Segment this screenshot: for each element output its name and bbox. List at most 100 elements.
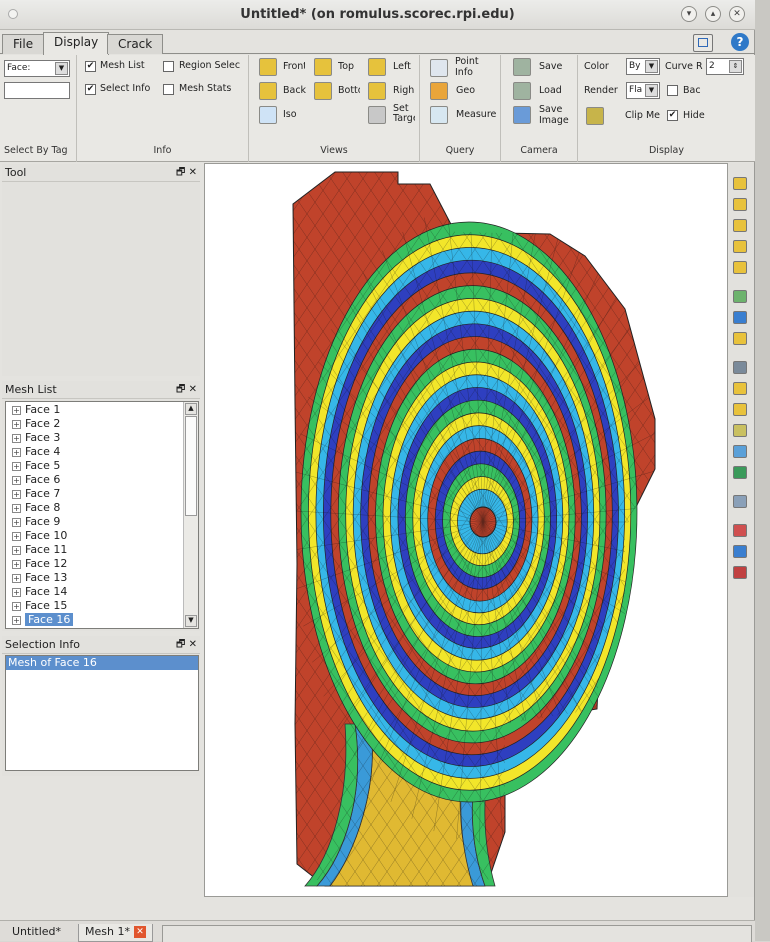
expand-icon[interactable]: + (12, 616, 21, 625)
measure-label[interactable]: Measure (456, 109, 496, 120)
mesh-viewport[interactable] (204, 163, 728, 897)
top-view-label[interactable]: Top (338, 61, 354, 72)
minimize-icon[interactable]: ▾ (681, 6, 697, 22)
back-view-icon[interactable] (259, 82, 277, 100)
expand-icon[interactable]: + (12, 546, 21, 555)
set-target-label[interactable]: Set Targe (393, 104, 415, 124)
iso-view-icon[interactable] (259, 106, 277, 124)
toolbar-tool-icon[interactable] (733, 198, 747, 211)
mesh-list-item[interactable]: + Face 9 (6, 515, 198, 529)
tab-mesh-1[interactable]: Mesh 1* ✕ (78, 924, 153, 942)
tag-type-combo[interactable]: Face: ▼ (4, 60, 70, 77)
mesh-list-item[interactable]: + Face 16 (6, 613, 198, 627)
toolbar-tool-icon[interactable] (733, 240, 747, 253)
toolbar-tool-icon[interactable] (733, 495, 747, 508)
mesh-list-item[interactable]: + Face 15 (6, 599, 198, 613)
mesh-list-item[interactable]: + Face 10 (6, 529, 198, 543)
toolbar-tool-icon[interactable] (733, 332, 747, 345)
save-image-label[interactable]: Save Image (539, 104, 573, 126)
toolbar-tool-icon[interactable] (733, 445, 747, 458)
expand-icon[interactable]: + (12, 504, 21, 513)
toolbar-tool-icon[interactable] (733, 524, 747, 537)
mesh-list-scrollbar[interactable]: ▲ ▼ (183, 402, 198, 628)
top-view-icon[interactable] (314, 58, 332, 76)
set-target-icon[interactable] (368, 106, 386, 124)
tab-display[interactable]: Display (43, 32, 110, 55)
back-view-label[interactable]: Back (283, 85, 306, 96)
mesh-stats-checkbox[interactable] (163, 84, 174, 95)
iso-view-label[interactable]: Iso (283, 109, 297, 120)
toolbar-tool-icon[interactable] (733, 261, 747, 274)
mesh-list-item[interactable]: + Face 12 (6, 557, 198, 571)
mesh-list-item[interactable]: + Face 3 (6, 431, 198, 445)
mesh-list-item[interactable]: + Face 4 (6, 445, 198, 459)
toolbar-tool-icon[interactable] (733, 290, 747, 303)
camera-load-label[interactable]: Load (539, 85, 562, 96)
clip-mesh-label[interactable]: Clip Me (625, 110, 665, 121)
select-info-checkbox[interactable]: ✔ (85, 84, 96, 95)
mesh-list-item[interactable]: + Face 11 (6, 543, 198, 557)
measure-icon[interactable] (430, 106, 448, 124)
toolbar-tool-icon[interactable] (733, 219, 747, 232)
tab-file[interactable]: File (2, 34, 45, 54)
camera-save-icon[interactable] (513, 58, 531, 76)
point-info-label[interactable]: Point Info (455, 56, 495, 78)
scroll-down-icon[interactable]: ▼ (185, 615, 197, 627)
mesh-list-item[interactable]: + Face 5 (6, 459, 198, 473)
toolbar-tool-icon[interactable] (733, 403, 747, 416)
scroll-up-icon[interactable]: ▲ (185, 403, 197, 415)
expand-icon[interactable]: + (12, 518, 21, 527)
back-checkbox[interactable] (667, 85, 678, 96)
bottom-view-icon[interactable] (314, 82, 332, 100)
front-view-label[interactable]: Front (283, 61, 305, 72)
restore-window-icon[interactable] (693, 34, 713, 52)
color-combo[interactable]: By ▼ (626, 58, 660, 75)
expand-icon[interactable]: + (12, 560, 21, 569)
toolbar-tool-icon[interactable] (733, 466, 747, 479)
mesh-list-item[interactable]: + Face 1 (6, 403, 198, 417)
tag-input[interactable] (4, 82, 70, 99)
maximize-icon[interactable]: ▴ (705, 6, 721, 22)
close-icon[interactable]: ✕ (729, 6, 745, 22)
tab-untitled[interactable]: Untitled* (6, 924, 67, 942)
dock-float-close-icons[interactable]: 🗗 ✕ (176, 164, 197, 182)
spin-arrows-icon[interactable]: ⇕ (729, 60, 742, 73)
hide-checkbox[interactable]: ✔ (667, 110, 678, 121)
mesh-list-item[interactable]: + Face 7 (6, 487, 198, 501)
expand-icon[interactable]: + (12, 490, 21, 499)
mesh-list-item[interactable]: + Face 2 (6, 417, 198, 431)
expand-icon[interactable]: + (12, 588, 21, 597)
geo-label[interactable]: Geo (456, 85, 475, 96)
curve-spinbox[interactable]: 2 ⇕ (706, 58, 744, 75)
dock-float-close-icons[interactable]: 🗗 ✕ (176, 381, 197, 399)
front-view-icon[interactable] (259, 58, 277, 76)
toolbar-tool-icon[interactable] (733, 545, 747, 558)
mesh-list-item[interactable]: + Face 8 (6, 501, 198, 515)
mesh-list-item[interactable]: + Face 14 (6, 585, 198, 599)
toolbar-tool-icon[interactable] (733, 382, 747, 395)
scroll-thumb[interactable] (185, 416, 197, 516)
bottom-view-label[interactable]: Botto (338, 85, 360, 96)
render-combo[interactable]: Fla ▼ (626, 82, 660, 99)
mesh-list-box[interactable]: + Face 1 + Face 2 + Face 3 + Face 4 + Face 5 + Face… (5, 401, 199, 629)
mesh-list-item[interactable]: + Face 13 (6, 571, 198, 585)
right-view-label[interactable]: Righ (393, 85, 415, 96)
clip-mesh-icon[interactable] (586, 107, 604, 125)
toolbar-tool-icon[interactable] (733, 177, 747, 190)
region-select-checkbox[interactable] (163, 61, 174, 72)
tab-crack[interactable]: Crack (107, 34, 164, 54)
toolbar-tool-icon[interactable] (733, 361, 747, 374)
camera-save-label[interactable]: Save (539, 61, 562, 72)
selection-info-box[interactable]: Mesh of Face 16 (5, 655, 199, 771)
expand-icon[interactable]: + (12, 448, 21, 457)
toolbar-tool-icon[interactable] (733, 311, 747, 324)
left-view-icon[interactable] (368, 58, 386, 76)
left-view-label[interactable]: Left (393, 61, 411, 72)
expand-icon[interactable]: + (12, 406, 21, 415)
expand-icon[interactable]: + (12, 476, 21, 485)
right-view-icon[interactable] (368, 82, 386, 100)
mesh-list-checkbox[interactable]: ✔ (85, 61, 96, 72)
camera-load-icon[interactable] (513, 82, 531, 100)
expand-icon[interactable]: + (12, 602, 21, 611)
help-icon[interactable]: ? (731, 33, 749, 51)
